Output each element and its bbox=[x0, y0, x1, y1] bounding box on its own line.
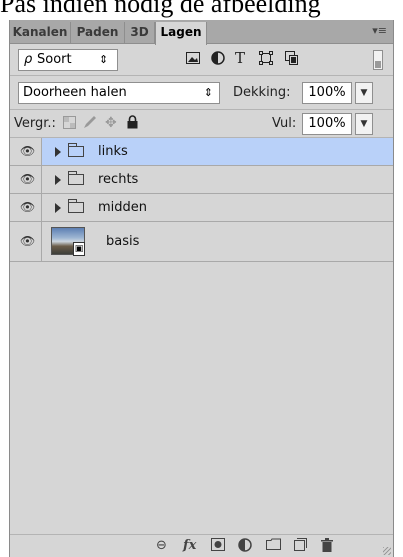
tab-paden[interactable]: Paden bbox=[71, 22, 125, 44]
layers-list: 👁 links 👁 rechts 👁 midden 👁 ▣ basis bbox=[10, 138, 393, 262]
panel-tab-bar: Kanalen Paden 3D Lagen ▾≡ bbox=[10, 20, 393, 45]
mask-icon[interactable] bbox=[211, 538, 225, 556]
shape-filter-icon[interactable] bbox=[259, 51, 273, 69]
fill-dropdown-button[interactable]: ▼ bbox=[355, 113, 373, 135]
link-icon[interactable]: ⊖ bbox=[156, 538, 167, 554]
lock-pixels-icon[interactable] bbox=[83, 115, 97, 133]
new-layer-icon[interactable] bbox=[294, 538, 307, 556]
blend-mode-value: Doorheen halen bbox=[23, 85, 127, 100]
layer-name: rechts bbox=[98, 172, 139, 187]
fill-field[interactable]: 100% bbox=[302, 113, 352, 135]
tab-3d[interactable]: 3D bbox=[125, 22, 155, 44]
visibility-cell: 👁 bbox=[10, 222, 42, 261]
image-filter-icon[interactable] bbox=[186, 52, 200, 68]
trash-icon[interactable] bbox=[321, 538, 333, 557]
adjustment-filter-icon[interactable] bbox=[211, 51, 225, 69]
smart-object-filter-icon[interactable] bbox=[285, 51, 298, 69]
lock-label: Vergr.: bbox=[14, 116, 56, 131]
visibility-cell: 👁 bbox=[10, 194, 42, 221]
layer-name: basis bbox=[106, 234, 140, 249]
opacity-field[interactable]: 100% bbox=[302, 82, 352, 104]
tab-kanalen[interactable]: Kanalen bbox=[10, 22, 71, 44]
layer-name: midden bbox=[98, 200, 148, 215]
blend-mode-select[interactable]: Doorheen halen ⇕ bbox=[18, 82, 220, 104]
layer-name: links bbox=[98, 144, 128, 159]
filter-toggle-switch[interactable] bbox=[373, 50, 383, 70]
visibility-cell: 👁 bbox=[10, 138, 42, 165]
folder-icon bbox=[68, 143, 84, 157]
panel-menu-icon[interactable]: ▾≡ bbox=[372, 24, 387, 38]
lock-row: Vergr.: ✥ Vul: 100% ▼ bbox=[10, 110, 393, 138]
search-icon: ρ bbox=[24, 52, 33, 67]
smart-object-badge-icon: ▣ bbox=[73, 242, 85, 256]
expand-arrow-icon[interactable] bbox=[55, 175, 61, 185]
select-arrow-icon: ⇕ bbox=[203, 86, 213, 99]
layer-row-basis[interactable]: 👁 ▣ basis bbox=[10, 222, 393, 262]
filter-row: ρ Soort ⇕ T bbox=[10, 44, 393, 76]
blend-row: Doorheen halen ⇕ Dekking: 100% ▼ bbox=[10, 76, 393, 110]
layer-kind-filter[interactable]: ρ Soort ⇕ bbox=[18, 49, 118, 71]
opacity-label: Dekking: bbox=[233, 85, 291, 100]
opacity-dropdown-button[interactable]: ▼ bbox=[355, 82, 373, 104]
eye-icon[interactable]: 👁 bbox=[20, 172, 35, 186]
tab-lagen[interactable]: Lagen bbox=[155, 22, 207, 45]
fill-label: Vul: bbox=[272, 116, 297, 131]
expand-arrow-icon[interactable] bbox=[55, 203, 61, 213]
filter-kind-label: Soort bbox=[37, 52, 72, 67]
eye-icon[interactable]: 👁 bbox=[20, 144, 35, 158]
folder-icon bbox=[68, 199, 84, 213]
resize-grip[interactable] bbox=[383, 547, 391, 555]
folder-icon[interactable] bbox=[266, 538, 281, 555]
eye-icon[interactable]: 👁 bbox=[20, 234, 35, 248]
layer-row-rechts[interactable]: 👁 rechts bbox=[10, 166, 393, 194]
panel-bottom-bar: ⊖ fx bbox=[10, 534, 393, 557]
layer-row-links[interactable]: 👁 links bbox=[10, 138, 393, 166]
lock-position-icon[interactable]: ✥ bbox=[105, 115, 117, 131]
lock-all-icon[interactable] bbox=[127, 115, 138, 133]
folder-icon bbox=[68, 171, 84, 185]
stepper-icon: ⇕ bbox=[99, 53, 109, 66]
layer-row-midden[interactable]: 👁 midden bbox=[10, 194, 393, 222]
expand-arrow-icon[interactable] bbox=[55, 147, 61, 157]
fx-icon[interactable]: fx bbox=[183, 538, 196, 554]
eye-icon[interactable]: 👁 bbox=[20, 200, 35, 214]
lock-transparency-icon[interactable] bbox=[63, 116, 76, 133]
layers-panel: Kanalen Paden 3D Lagen ▾≡ ρ Soort ⇕ T Do… bbox=[9, 20, 394, 557]
visibility-cell: 👁 bbox=[10, 166, 42, 193]
adjustment-icon[interactable] bbox=[238, 538, 252, 557]
type-filter-icon[interactable]: T bbox=[235, 50, 245, 66]
